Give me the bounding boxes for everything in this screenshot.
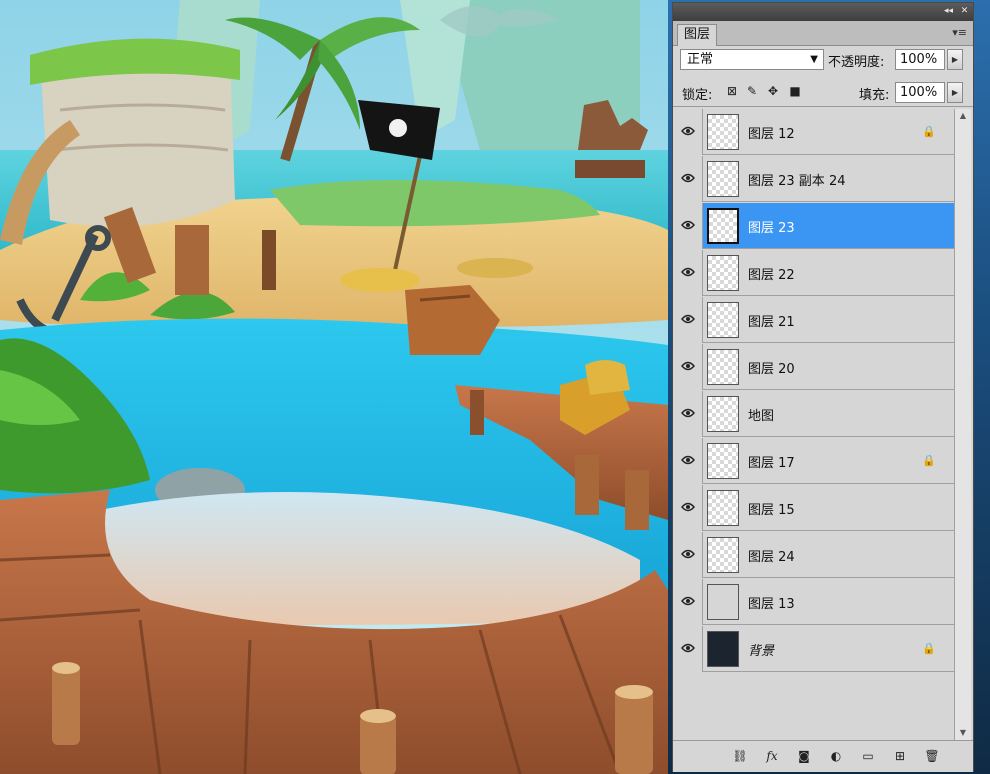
lock-all-icon[interactable]: ■	[788, 84, 802, 98]
mask-icon[interactable]: ◙	[795, 747, 813, 765]
layers-panel: ◂◂ ✕ 图层 ▾≡ 正常 ▼ 不透明度: 100% ▶ 锁定: ⊠ ✎ ✥ ■…	[672, 2, 974, 772]
layer-row[interactable]: 图层 23	[673, 203, 954, 249]
layer-thumbnail[interactable]	[707, 631, 739, 667]
layer-row[interactable]: 背景 🔒	[673, 626, 954, 672]
layer-name[interactable]: 图层 17	[748, 452, 795, 471]
panel-titlebar: ◂◂ ✕	[673, 3, 973, 21]
visibility-eye-icon[interactable]	[673, 344, 703, 390]
new-layer-icon[interactable]: ⊞	[891, 747, 909, 765]
visibility-eye-icon[interactable]	[673, 438, 703, 484]
layer-thumbnail[interactable]	[707, 302, 739, 338]
lock-move-icon[interactable]: ✥	[766, 84, 780, 98]
layer-row[interactable]: 地图	[673, 391, 954, 437]
layer-name[interactable]: 图层 22	[748, 264, 795, 283]
fill-label: 填充:	[859, 88, 890, 103]
visibility-eye-icon[interactable]	[673, 391, 703, 437]
opacity-field[interactable]: 100%	[895, 49, 945, 70]
tab-layers[interactable]: 图层	[677, 24, 718, 46]
chevron-down-icon: ▼	[810, 54, 818, 65]
panel-footer: ⛓ fx ◙ ◐ ▭ ⊞ 🗑	[673, 740, 973, 772]
layer-row[interactable]: 图层 12 🔒	[673, 109, 954, 155]
layer-row[interactable]: 图层 21	[673, 297, 954, 343]
visibility-eye-icon[interactable]	[673, 626, 703, 672]
layer-row[interactable]: 图层 22	[673, 250, 954, 296]
blend-row: 正常 ▼ 不透明度: 100% ▶	[673, 45, 973, 75]
fill-slider-button[interactable]: ▶	[947, 82, 963, 103]
layer-lock-icon: 🔒	[922, 454, 936, 467]
layer-row[interactable]: 图层 15	[673, 485, 954, 531]
layer-thumbnail[interactable]	[707, 161, 739, 197]
layer-thumbnail[interactable]	[707, 349, 739, 385]
layer-thumbnail[interactable]	[707, 490, 739, 526]
visibility-eye-icon[interactable]	[673, 156, 703, 202]
adjustment-icon[interactable]: ◐	[827, 747, 845, 765]
lock-paint-icon[interactable]: ✎	[745, 84, 759, 98]
layer-row[interactable]: 图层 24	[673, 532, 954, 578]
visibility-eye-icon[interactable]	[673, 250, 703, 296]
layer-thumbnail[interactable]	[707, 443, 739, 479]
lock-label: 锁定:	[682, 88, 713, 103]
layer-thumbnail[interactable]	[707, 208, 739, 244]
layer-name[interactable]: 图层 12	[748, 123, 795, 142]
visibility-eye-icon[interactable]	[673, 203, 703, 249]
panel-menu-icon[interactable]: ▾≡	[952, 26, 967, 39]
trash-icon[interactable]: 🗑	[923, 747, 941, 765]
layer-name[interactable]: 图层 15	[748, 499, 795, 518]
fx-icon[interactable]: fx	[763, 747, 781, 765]
opacity-label: 不透明度:	[828, 55, 885, 70]
layer-lock-icon: 🔒	[922, 642, 936, 655]
layer-name[interactable]: 图层 20	[748, 358, 795, 377]
layer-name[interactable]: 地图	[748, 405, 774, 424]
layers-list: 图层 12 🔒 图层 23 副本 24 图层 23 图层 22 图层 21 图层 20 地图图…	[673, 109, 954, 740]
blend-mode-value: 正常	[687, 52, 714, 67]
layer-name[interactable]: 图层 23 副本 24	[748, 170, 845, 189]
layer-thumbnail[interactable]	[707, 114, 739, 150]
visibility-eye-icon[interactable]	[673, 485, 703, 531]
fill-field[interactable]: 100%	[895, 82, 945, 103]
layer-thumbnail[interactable]	[707, 584, 739, 620]
opacity-slider-button[interactable]: ▶	[947, 49, 963, 70]
layer-lock-icon: 🔒	[922, 125, 936, 138]
layer-name[interactable]: 图层 23	[748, 217, 795, 236]
layer-row[interactable]: 图层 17 🔒	[673, 438, 954, 484]
lock-row: 锁定: ⊠ ✎ ✥ ■ 填充: 100% ▶	[673, 78, 973, 107]
layer-thumbnail[interactable]	[707, 396, 739, 432]
layer-row[interactable]: 图层 20	[673, 344, 954, 390]
layer-name[interactable]: 背景	[748, 640, 774, 659]
scroll-down-icon[interactable]: ▼	[955, 726, 971, 740]
blend-mode-select[interactable]: 正常 ▼	[680, 49, 824, 70]
layer-name[interactable]: 图层 21	[748, 311, 795, 330]
panel-tab-row: 图层 ▾≡	[673, 21, 973, 46]
layer-name[interactable]: 图层 13	[748, 593, 795, 612]
artwork-canvas	[0, 0, 668, 774]
link-icon[interactable]: ⛓	[731, 747, 749, 765]
layer-row[interactable]: 图层 13	[673, 579, 954, 625]
layers-scrollbar[interactable]: ▲ ▼	[954, 109, 971, 740]
visibility-eye-icon[interactable]	[673, 532, 703, 578]
scroll-up-icon[interactable]: ▲	[955, 109, 971, 123]
close-icon[interactable]: ✕	[959, 6, 970, 17]
layer-thumbnail[interactable]	[707, 537, 739, 573]
layer-row[interactable]: 图层 23 副本 24	[673, 156, 954, 202]
layer-thumbnail[interactable]	[707, 255, 739, 291]
group-folder-icon[interactable]: ▭	[859, 747, 877, 765]
layer-name[interactable]: 图层 24	[748, 546, 795, 565]
lock-transparent-icon[interactable]: ⊠	[725, 84, 739, 98]
visibility-eye-icon[interactable]	[673, 109, 703, 155]
collapse-icon[interactable]: ◂◂	[943, 6, 954, 17]
visibility-eye-icon[interactable]	[673, 297, 703, 343]
visibility-eye-icon[interactable]	[673, 579, 703, 625]
